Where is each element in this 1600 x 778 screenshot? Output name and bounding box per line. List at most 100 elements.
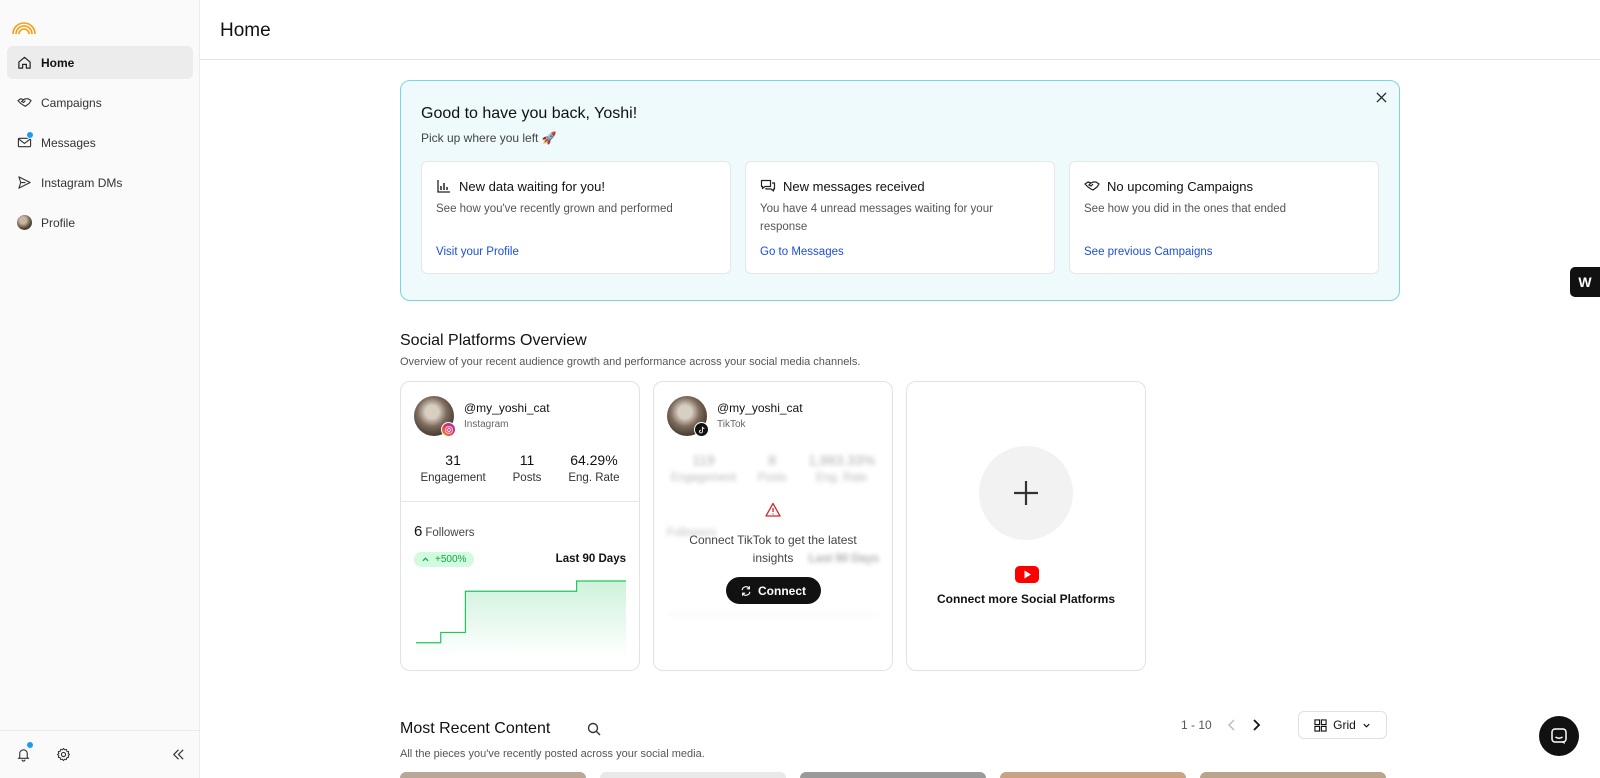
connect-tiktok-button[interactable]: Connect (725, 577, 821, 604)
handshake-icon (1084, 181, 1100, 191)
section-subtitle: Overview of your recent audience growth … (400, 356, 861, 368)
home-icon (16, 55, 32, 71)
handshake-icon (16, 95, 32, 111)
chat-icon (1551, 728, 1567, 744)
stat-value: 31 (445, 452, 461, 468)
sidebar-item-label: Campaigns (41, 95, 102, 110)
stat-value: 119 (692, 452, 715, 468)
stat-label: Eng. Rate (568, 472, 620, 484)
page-header: Home (200, 0, 1600, 60)
info-card-text: See how you've recently grown and perfor… (436, 203, 673, 215)
tiktok-icon (694, 422, 709, 437)
connect-more-card[interactable]: Connect more Social Platforms (906, 381, 1146, 671)
sidebar-item-messages[interactable]: Messages (7, 126, 193, 159)
account-handle: @my_yoshi_cat (464, 401, 550, 415)
app-logo[interactable] (10, 12, 38, 36)
bell-icon[interactable] (15, 741, 34, 762)
connect-overlay: Connect TikTok to get the latest insight… (654, 502, 892, 604)
grid-icon (1314, 718, 1327, 732)
stat-label: Eng. Rate (816, 472, 868, 484)
stat-label: Posts (512, 472, 542, 484)
followers-label: Followers (425, 527, 475, 539)
w-logo-tab[interactable]: W (1570, 267, 1600, 297)
period-label: Last 90 Days (555, 553, 626, 565)
sidebar-nav: Home Campaigns Messages Instagram DMs Pr… (7, 46, 193, 246)
mail-icon (16, 130, 34, 151)
warning-icon (765, 502, 781, 517)
content-thumbnails (400, 772, 1386, 778)
instagram-card[interactable]: @my_yoshi_cat Instagram 31 Engagement 11 P… (400, 381, 640, 671)
growth-badge: +500% (414, 552, 475, 567)
youtube-icon (1015, 566, 1039, 583)
plus-icon (1014, 481, 1038, 505)
stat-value: 1,983.33% (808, 452, 876, 468)
welcome-banner: Good to have you back, Yoshi! Pick up wh… (400, 80, 1400, 301)
close-icon[interactable] (1373, 89, 1389, 105)
instagram-icon (441, 422, 456, 437)
gear-icon[interactable] (55, 746, 71, 762)
chevron-up-icon (422, 557, 429, 562)
page-title: Home (220, 20, 271, 41)
followers-value: 6 (414, 523, 423, 540)
sidebar-item-label: Home (41, 55, 75, 70)
content-thumbnail[interactable] (800, 772, 986, 778)
banner-cards: New data waiting for you! See how you've… (421, 161, 1379, 274)
add-platform-button[interactable] (979, 446, 1073, 540)
growth-value: +500% (435, 554, 467, 565)
info-card-title: New messages received (783, 178, 925, 194)
tiktok-card[interactable]: @my_yoshi_cat TikTok 119 Engagement 8 Post… (653, 381, 893, 671)
notification-dot (26, 741, 34, 749)
chat-launcher-button[interactable] (1539, 716, 1579, 756)
stat-value: 64.29% (570, 452, 618, 468)
baseline (669, 614, 879, 615)
sparkline-area (416, 581, 626, 657)
view-mode-label: Grid (1333, 718, 1356, 732)
chevron-left-icon[interactable] (1224, 717, 1240, 733)
banner-title: Good to have you back, Yoshi! (421, 105, 638, 122)
avatar (16, 215, 32, 231)
refresh-icon (741, 585, 751, 596)
pagination-range: 1 - 10 (1181, 718, 1212, 732)
go-to-messages-link[interactable]: Go to Messages (760, 246, 844, 258)
chat-bubbles-icon (760, 179, 776, 192)
stat-label: Posts (757, 472, 787, 484)
connect-more-label: Connect more Social Platforms (936, 592, 1116, 606)
info-card-text: You have 4 unread messages waiting for y… (760, 203, 993, 233)
banner-subtitle: Pick up where you left 🚀 (421, 131, 557, 145)
sidebar-item-instagram-dms[interactable]: Instagram DMs (7, 166, 193, 199)
content-thumbnail[interactable] (400, 772, 586, 778)
connect-button-label: Connect (758, 583, 806, 598)
section-title: Social Platforms Overview (400, 332, 587, 349)
search-icon[interactable] (586, 721, 602, 737)
stat-label: Engagement (670, 472, 737, 484)
sidebar-item-label: Profile (41, 215, 76, 230)
info-card-text: See how you did in the ones that ended (1084, 203, 1287, 215)
content-thumbnail[interactable] (1200, 772, 1386, 778)
chevron-right-icon[interactable] (1248, 717, 1264, 733)
stat-value: 8 (768, 452, 777, 468)
sidebar-item-label: Messages (41, 135, 96, 150)
content-thumbnail[interactable] (600, 772, 786, 778)
info-card-title: New data waiting for you! (459, 178, 605, 194)
sidebar-footer (0, 730, 200, 778)
followers-sparkline (416, 580, 626, 657)
stat-value: 11 (519, 452, 535, 468)
sidebar: Home Campaigns Messages Instagram DMs Pr… (0, 0, 200, 778)
sidebar-item-profile[interactable]: Profile (7, 206, 193, 239)
stats-row: 119 Engagement 8 Posts 1,983.33% Eng. Rate (654, 452, 892, 484)
recent-content-subtitle: All the pieces you've recently posted ac… (400, 748, 705, 760)
followers-count: 6 Followers (414, 523, 475, 540)
sidebar-item-home[interactable]: Home (7, 46, 193, 79)
collapse-sidebar-icon[interactable] (170, 746, 186, 762)
see-previous-campaigns-link[interactable]: See previous Campaigns (1084, 246, 1213, 258)
sidebar-item-campaigns[interactable]: Campaigns (7, 86, 193, 119)
info-card-campaigns: No upcoming Campaigns See how you did in… (1069, 161, 1379, 274)
platform-name: TikTok (717, 419, 746, 430)
stat-label: Engagement (420, 472, 486, 484)
visit-profile-link[interactable]: Visit your Profile (436, 246, 519, 258)
content-thumbnail[interactable] (1000, 772, 1186, 778)
sidebar-item-label: Instagram DMs (41, 175, 123, 190)
stats-row: 31 Engagement 11 Posts 64.29% Eng. Rate (401, 452, 639, 484)
view-mode-select[interactable]: Grid (1298, 711, 1387, 739)
send-icon (16, 175, 32, 191)
